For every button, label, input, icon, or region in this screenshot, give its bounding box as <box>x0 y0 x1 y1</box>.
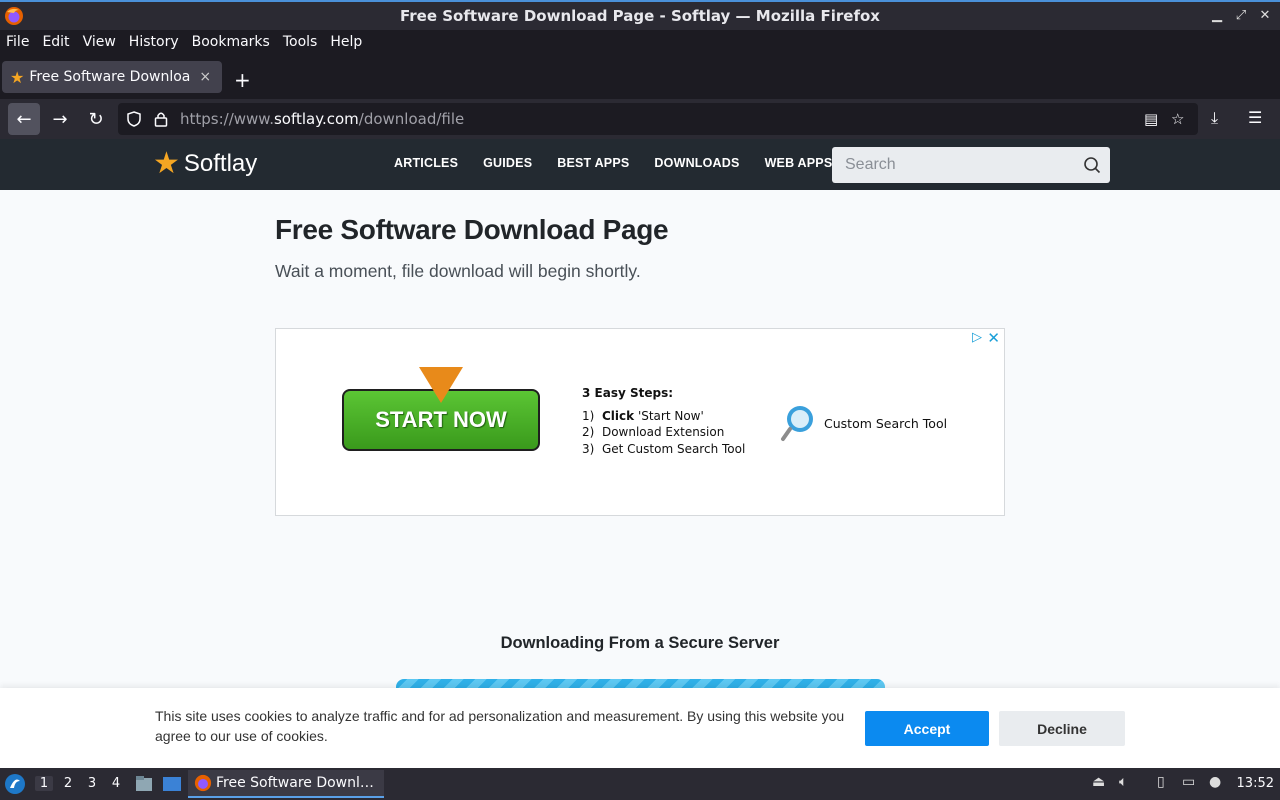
menu-tools[interactable]: Tools <box>283 34 318 50</box>
workspace-1[interactable]: 1 <box>35 776 53 791</box>
file-manager-icon[interactable] <box>134 774 154 794</box>
ad-banner[interactable]: ▷ ✕ START NOW 3 Easy Steps: 1) Click 'St… <box>275 328 1005 516</box>
workspace-3[interactable]: 3 <box>83 776 101 791</box>
site-header: ★ Softlay ARTICLES GUIDES BEST APPS DOWN… <box>0 139 1280 190</box>
magnifier-icon <box>781 406 813 441</box>
site-nav: ARTICLES GUIDES BEST APPS DOWNLOADS WEB … <box>394 156 832 170</box>
url-text[interactable]: https://www.softlay.com/download/file <box>180 110 464 128</box>
shield-icon[interactable] <box>126 111 142 127</box>
tab-strip: ★ Free Software Download × + <box>0 56 1280 98</box>
volume-icon[interactable]: 🔈︎ <box>1119 774 1127 790</box>
custom-search-tool-label: Custom Search Tool <box>824 415 948 431</box>
minimize-icon[interactable]: ▁ <box>1210 8 1224 23</box>
menu-view[interactable]: View <box>83 34 116 50</box>
search-input[interactable] <box>832 147 1072 183</box>
task-label: Free Software Downl… <box>216 775 374 791</box>
adchoices-icon[interactable]: ▷ <box>972 330 982 345</box>
url-bar[interactable]: https://www.softlay.com/download/file ▤ … <box>118 103 1198 135</box>
hamburger-menu-icon[interactable]: ☰ <box>1248 108 1262 127</box>
close-icon[interactable]: ✕ <box>1258 8 1272 23</box>
start-now-label: START NOW <box>375 407 507 432</box>
ad-steps: 3 Easy Steps: 1) Click 'Start Now' 2) Do… <box>582 385 745 457</box>
reader-view-icon[interactable]: ▤ <box>1144 110 1158 128</box>
downloads-icon[interactable]: ⤓ <box>1211 108 1218 128</box>
network-icon[interactable]: ▭ <box>1182 774 1195 790</box>
decline-button[interactable]: Decline <box>999 711 1125 746</box>
page-content: Free Software Download Page Wait a momen… <box>0 190 1280 768</box>
menu-help[interactable]: Help <box>330 34 362 50</box>
reload-button[interactable]: ↻ <box>80 103 112 135</box>
clipboard-icon[interactable]: ▯ <box>1157 774 1165 790</box>
cookie-banner: This site uses cookies to analyze traffi… <box>0 688 1280 768</box>
firefox-task-icon <box>194 774 212 792</box>
menu-edit[interactable]: Edit <box>42 34 69 50</box>
maximize-icon[interactable]: ⤢ <box>1234 8 1248 23</box>
workspace-2[interactable]: 2 <box>59 776 77 791</box>
step-item: 1) Click 'Start Now' <box>582 408 704 423</box>
menu-bookmarks[interactable]: Bookmarks <box>192 34 270 50</box>
firefox-logo-icon <box>5 7 23 25</box>
window-title: Free Software Download Page - Softlay — … <box>400 7 880 25</box>
tab-close-icon[interactable]: × <box>199 69 211 85</box>
site-logo[interactable]: ★ Softlay <box>153 149 257 179</box>
desktop-icon[interactable] <box>162 774 182 794</box>
taskbar-firefox-task[interactable]: Free Software Downl… <box>188 770 384 798</box>
nav-downloads[interactable]: DOWNLOADS <box>654 156 739 170</box>
tab-label: Free Software Download <box>29 69 192 85</box>
url-domain: softlay.com <box>273 110 359 128</box>
workspace-4[interactable]: 4 <box>107 776 125 791</box>
menu-history[interactable]: History <box>129 34 179 50</box>
notification-icon[interactable]: ● <box>1209 774 1221 790</box>
taskbar: 1 2 3 4 Free Software Downl… ⏏ 🔈︎ ▯ ▭ ● … <box>0 768 1280 800</box>
eject-icon[interactable]: ⏏ <box>1092 774 1105 790</box>
clock: 13:52 <box>1236 776 1274 791</box>
page-title: Free Software Download Page <box>275 214 669 245</box>
logo-text: Softlay <box>183 150 258 177</box>
step-item: 3) Get Custom Search Tool <box>582 441 746 456</box>
new-tab-button[interactable]: + <box>234 68 251 92</box>
menubar: File Edit View History Bookmarks Tools H… <box>0 30 1280 54</box>
logo-star-icon: ★ <box>153 146 180 181</box>
page-subtitle: Wait a moment, file download will begin … <box>275 261 641 281</box>
custom-search-tool: Custom Search Tool <box>780 403 947 443</box>
bookmark-star-icon[interactable]: ☆ <box>1171 110 1184 128</box>
back-button[interactable]: ← <box>8 103 40 135</box>
nav-web-apps[interactable]: WEB APPS <box>765 156 833 170</box>
star-favicon-icon: ★ <box>10 67 25 87</box>
start-menu-icon[interactable] <box>4 773 26 795</box>
accept-button[interactable]: Accept <box>865 711 989 746</box>
url-prefix: https://www. <box>180 110 274 128</box>
search-icon[interactable] <box>1083 156 1101 174</box>
tab-active[interactable]: ★ Free Software Download × <box>2 61 222 93</box>
menu-file[interactable]: File <box>6 34 29 50</box>
url-path: /download/file <box>358 110 465 128</box>
nav-guides[interactable]: GUIDES <box>483 156 532 170</box>
arrow-down-icon <box>419 367 463 403</box>
site-search <box>832 147 1110 183</box>
nav-best-apps[interactable]: BEST APPS <box>557 156 629 170</box>
window-titlebar: Free Software Download Page - Softlay — … <box>0 0 1280 30</box>
download-title: Downloading From a Secure Server <box>500 634 780 652</box>
cookie-text: This site uses cookies to analyze traffi… <box>155 708 845 744</box>
forward-button[interactable]: → <box>44 103 76 135</box>
navigation-toolbar: ← → ↻ https://www.softlay.com/download/f… <box>0 99 1280 139</box>
nav-articles[interactable]: ARTICLES <box>394 156 458 170</box>
step-item: 2) Download Extension <box>582 425 725 439</box>
lock-icon[interactable] <box>154 111 168 127</box>
ad-close-icon[interactable]: ✕ <box>987 329 1000 347</box>
steps-title: 3 Easy Steps: <box>582 386 674 400</box>
